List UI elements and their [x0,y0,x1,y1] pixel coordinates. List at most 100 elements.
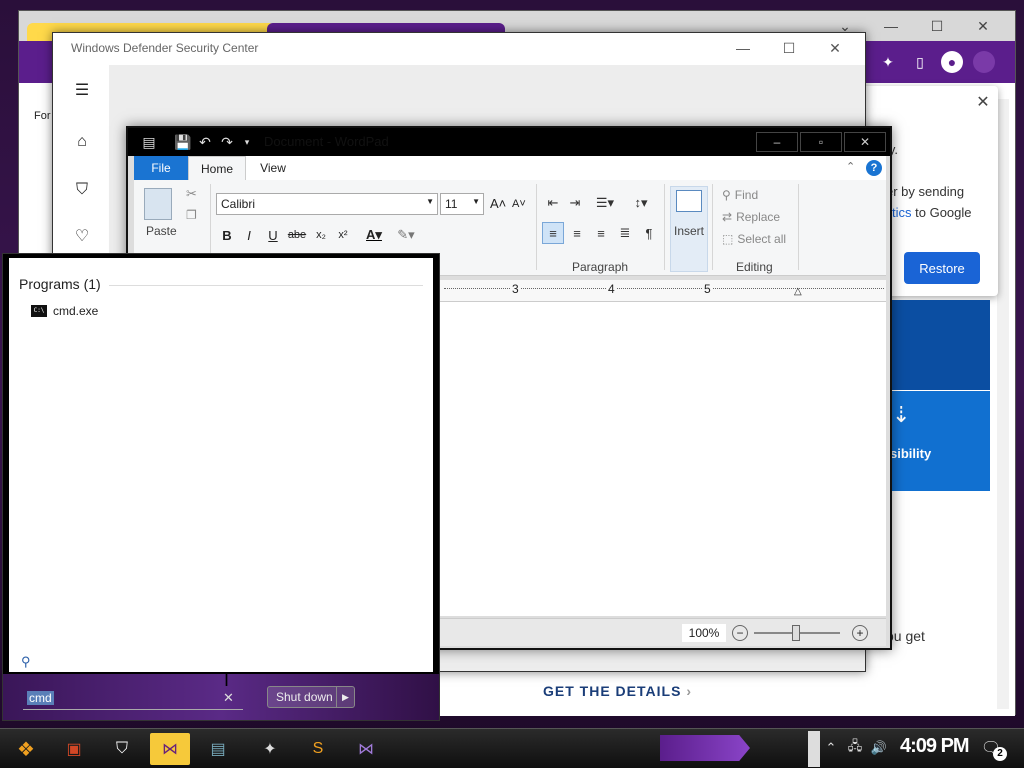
close-button[interactable]: ✕ [815,37,855,59]
maximize-button[interactable]: ☐ [917,13,957,39]
justify-button[interactable]: ≣ [614,222,636,244]
minimize-button[interactable]: – [756,132,798,152]
window-title: Document - WordPad [264,134,389,149]
superscript-button[interactable]: x² [332,224,354,246]
clock[interactable]: 4:09 PM [900,735,970,758]
zoom-level: 100% [682,624,726,642]
shutdown-button[interactable]: Shut down ▶ [267,686,355,708]
get-details-link[interactable]: GET THE DETAILS › [543,683,692,699]
heart-icon[interactable]: ♡ [71,225,93,247]
program-result[interactable]: C:\ cmd.exe [31,304,98,318]
search-input-value: cmd [27,691,54,705]
zoom-slider-thumb[interactable] [792,625,800,641]
save-icon[interactable]: 💾 [174,133,192,151]
background-window-label: For [34,110,51,122]
right-indent-marker[interactable]: △ [794,286,802,297]
promo-heading: sibility [890,446,932,461]
start-menu-footer: cmd ✕ Shut down ▶ [3,674,439,720]
start-menu: Programs (1) C:\ cmd.exe ⚲ cmd ✕ Shut do… [2,253,440,721]
side-panel-icon[interactable]: ▯ [909,51,931,73]
visual-studio-preview-icon[interactable]: ⋈ [346,733,386,765]
collapse-ribbon-icon[interactable]: ⌃ [846,160,855,173]
minimize-button[interactable]: — [871,13,911,39]
tab-file[interactable]: File [134,156,188,180]
underline-button[interactable]: U [262,224,284,246]
cmd-icon: C:\ [31,305,47,317]
align-center-button[interactable]: ≡ [566,222,588,244]
redo-icon[interactable]: ↷ [218,133,236,151]
volume-icon[interactable]: 🔊 [870,739,888,757]
close-button[interactable]: ✕ [844,132,886,152]
insert-label: Insert [673,224,704,238]
replace-button[interactable]: ⇄ Replace [722,210,780,224]
increase-indent-icon[interactable]: ⇥ [564,192,586,214]
close-icon[interactable]: ✕ [974,94,992,112]
statistics-link[interactable]: tics [892,205,912,220]
restore-button[interactable]: Restore [904,252,980,284]
subscript-button[interactable]: x₂ [310,224,332,246]
grow-font-icon[interactable]: A˄ [490,196,506,211]
zoom-out-button[interactable]: − [732,625,748,641]
app-icon[interactable]: ✦ [250,733,290,765]
paste-label[interactable]: Paste [146,224,177,238]
home-icon[interactable]: ⌂ [71,131,93,153]
extensions-icon[interactable]: ✦ [877,51,899,73]
clear-search-icon[interactable]: ✕ [223,690,234,706]
minimize-button[interactable]: — [723,37,763,59]
maximize-button[interactable]: ☐ [769,37,809,59]
network-icon[interactable]: 🖧 [846,738,864,757]
ruler-mark: 5 [702,282,713,296]
shield-icon[interactable]: ⛉ [71,179,93,201]
paste-icon[interactable] [144,188,172,220]
italic-button[interactable]: I [238,224,260,246]
scrollbar[interactable] [997,99,1009,709]
maximize-button[interactable]: ▫ [800,132,842,152]
shutdown-options-icon[interactable]: ▶ [336,687,354,707]
sublime-text-icon[interactable]: S [298,733,338,765]
find-button[interactable]: ⚲ Find [722,188,758,202]
wordpad-taskbar-icon[interactable]: ▤ [198,733,238,765]
editing-group-label: Editing [736,260,773,274]
bold-button[interactable]: B [216,224,238,246]
search-results: Programs (1) C:\ cmd.exe ⚲ [9,258,433,672]
close-button[interactable]: ✕ [963,13,1003,39]
customize-toolbar-icon[interactable]: ▾ [238,133,256,151]
taskbar-scroll[interactable] [808,731,820,767]
ribbon-tabs: File Home View ⌃ ? [134,156,886,180]
show-hidden-icons-icon[interactable]: ⌃ [822,739,840,757]
align-right-button[interactable]: ≡ [590,222,612,244]
profile-avatar-icon[interactable]: ● [941,51,963,73]
tab-view[interactable]: View [248,156,298,180]
highlight-color-icon[interactable]: ✎▾ [392,224,420,246]
menu-icon[interactable] [973,51,995,73]
search-input[interactable]: cmd ✕ [23,688,243,710]
zoom-in-button[interactable]: + [852,625,868,641]
title-bar: ▤ 💾 ↶ ↷ ▾ Document - WordPad – ▫ ✕ [128,128,890,156]
strikethrough-button[interactable]: abe [286,224,308,246]
help-icon[interactable]: ? [866,160,882,176]
bullets-icon[interactable]: ☰▾ [590,192,620,214]
tab-home[interactable]: Home [188,156,246,180]
results-heading: Programs (1) [19,276,101,292]
cut-icon[interactable]: ✂ [186,186,197,202]
visual-studio-icon[interactable]: ⋈ [150,733,190,765]
font-family-select[interactable]: Calibri ▼ [216,193,438,215]
powerpoint-icon[interactable]: ▣ [54,733,94,765]
align-left-button[interactable]: ≡ [542,222,564,244]
hamburger-menu-icon[interactable]: ☰ [71,79,93,101]
select-all-button[interactable]: ⬚ Select all [722,232,786,246]
decrease-indent-icon[interactable]: ⇤ [542,192,564,214]
picture-icon [676,190,702,212]
font-size-select[interactable]: 11 ▼ [440,193,484,215]
popup-text-line: er by sending [886,184,965,199]
shrink-font-icon[interactable]: A˅ [512,198,526,210]
start-button[interactable]: ❖ [6,733,46,765]
wordpad-app-icon[interactable]: ▤ [140,133,158,151]
search-icon: ⚲ [21,654,31,669]
text-color-icon[interactable]: A▾ [360,224,388,246]
line-spacing-icon[interactable]: ↕▾ [626,192,656,214]
paragraph-settings-icon[interactable]: ¶ [638,222,660,244]
undo-icon[interactable]: ↶ [196,133,214,151]
copy-icon[interactable]: ❐ [186,208,197,222]
defender-shield-icon[interactable]: ⛉ [102,733,142,765]
